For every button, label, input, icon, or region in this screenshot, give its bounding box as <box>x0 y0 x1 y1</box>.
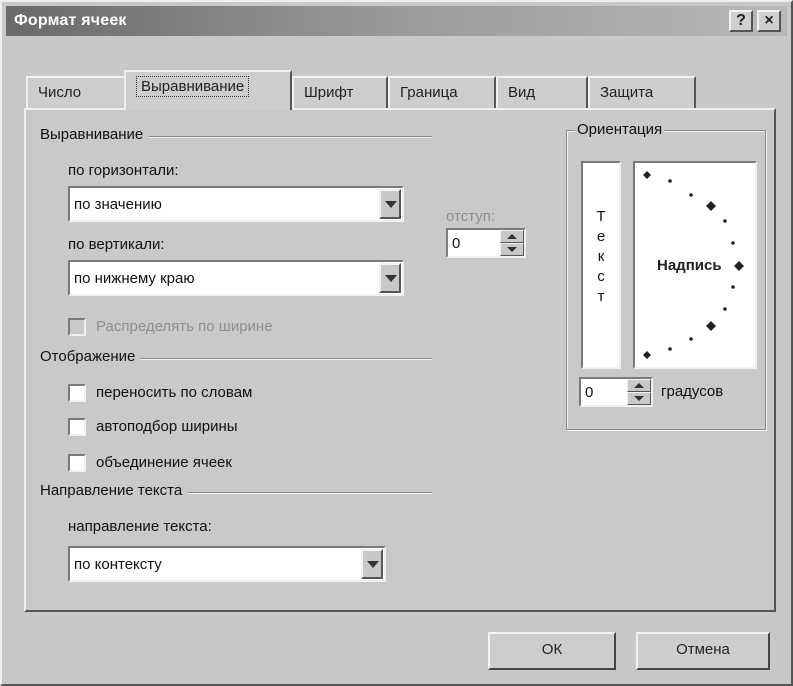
chevron-down-icon[interactable] <box>361 549 383 579</box>
alignment-section-label: Выравнивание <box>40 126 150 143</box>
dial-marker-45 <box>706 201 716 211</box>
dial-marker-minus90 <box>643 351 651 359</box>
shrink-label: автоподбор ширины <box>96 418 238 435</box>
dial-sample-text: Надпись <box>657 257 722 274</box>
alignment-panel: Выравнивание по горизонтали: по значению… <box>24 108 776 612</box>
vertical-value: по нижнему краю <box>74 270 195 287</box>
orientation-group: Ориентация Т е к с т Надпись 0 градусов <box>566 121 766 430</box>
tab-font[interactable]: Шрифт <box>292 76 388 108</box>
dial-marker-minus45 <box>706 321 716 331</box>
cancel-button[interactable]: Отмена <box>636 632 770 670</box>
tab-border[interactable]: Граница <box>388 76 496 108</box>
window-title: Формат ячеек <box>14 12 127 29</box>
spin-up-icon[interactable] <box>627 379 651 392</box>
ok-button[interactable]: ОК <box>488 632 616 670</box>
direction-section-label: Направление текста <box>40 482 189 499</box>
format-cells-dialog: Формат ячеек ? × Число Выравнивание Шриф… <box>0 0 793 686</box>
chevron-down-icon[interactable] <box>379 189 401 219</box>
merge-checkbox-row[interactable]: объединение ячеек <box>68 452 368 476</box>
tab-number[interactable]: Число <box>26 76 126 108</box>
distribute-checkbox-row[interactable]: Распределять по ширине <box>68 316 368 340</box>
dial-marker-90 <box>643 171 651 179</box>
direction-label: направление текста: <box>68 518 212 535</box>
shrink-checkbox[interactable] <box>68 418 86 436</box>
tab-view[interactable]: Вид <box>496 76 588 108</box>
wrap-checkbox-row[interactable]: переносить по словам <box>68 382 368 406</box>
degrees-value: 0 <box>585 384 594 401</box>
indent-label: отступ: <box>446 208 496 225</box>
direction-value: по контексту <box>74 556 162 573</box>
wrap-label: переносить по словам <box>96 384 253 401</box>
close-button[interactable]: × <box>757 10 781 32</box>
degrees-label: градусов <box>661 383 724 400</box>
orientation-dial[interactable]: Надпись <box>633 161 757 369</box>
dial-marker-0 <box>734 261 744 271</box>
vertical-label: по вертикали: <box>68 236 165 253</box>
spin-down-icon[interactable] <box>500 243 524 256</box>
distribute-label: Распределять по ширине <box>96 318 273 335</box>
indent-value: 0 <box>452 235 461 252</box>
tab-alignment[interactable]: Выравнивание <box>124 70 292 110</box>
tab-protection[interactable]: Защита <box>588 76 696 108</box>
horizontal-value: по значению <box>74 196 162 213</box>
merge-checkbox[interactable] <box>68 454 86 472</box>
orientation-label: Ориентация <box>575 121 665 138</box>
display-section-label: Отображение <box>40 348 142 365</box>
shrink-checkbox-row[interactable]: автоподбор ширины <box>68 416 368 440</box>
vertical-select[interactable]: по нижнему краю <box>68 260 404 296</box>
horizontal-select[interactable]: по значению <box>68 186 404 222</box>
vertical-text-letters: Т е к с т <box>596 208 606 305</box>
chevron-down-icon[interactable] <box>379 263 401 293</box>
degrees-spinner[interactable]: 0 <box>579 377 653 407</box>
spin-down-icon[interactable] <box>627 392 651 405</box>
help-button[interactable]: ? <box>729 10 753 32</box>
merge-label: объединение ячеек <box>96 454 232 471</box>
indent-spinner[interactable]: 0 <box>446 228 526 258</box>
horizontal-label: по горизонтали: <box>68 162 179 179</box>
title-bar: Формат ячеек ? × <box>6 6 787 36</box>
wrap-checkbox[interactable] <box>68 384 86 402</box>
vertical-text-box[interactable]: Т е к с т <box>581 161 621 369</box>
distribute-checkbox[interactable] <box>68 318 86 336</box>
spin-up-icon[interactable] <box>500 230 524 243</box>
direction-select[interactable]: по контексту <box>68 546 386 582</box>
